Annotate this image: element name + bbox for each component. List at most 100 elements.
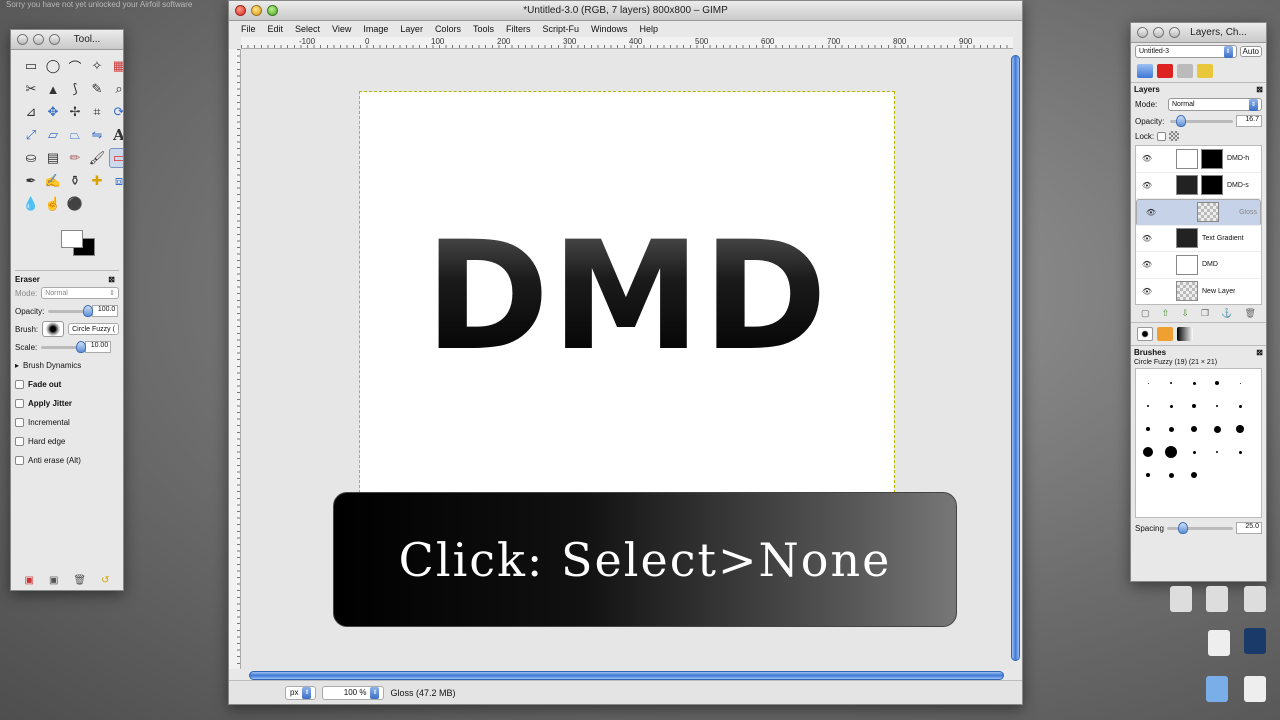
fuzzy-select-tool-icon[interactable]: ✧: [87, 56, 107, 76]
layer-row[interactable]: 👁 DMD-s: [1136, 173, 1261, 199]
layer-row[interactable]: 👁 DMD-h: [1136, 146, 1261, 173]
brush-preview[interactable]: [1192, 450, 1196, 454]
menu-windows[interactable]: Windows: [585, 24, 634, 34]
reset-options-icon[interactable]: ↺: [101, 575, 109, 586]
heal-tool-icon[interactable]: ✚: [87, 171, 107, 191]
minimize-icon[interactable]: [1153, 27, 1164, 38]
airbrush-tool-icon[interactable]: ✒: [21, 171, 41, 191]
foreground-select-tool-icon[interactable]: ▲: [43, 79, 63, 99]
slider-knob[interactable]: [76, 340, 87, 353]
raise-layer-icon[interactable]: ⇧: [1162, 308, 1170, 319]
move-tool-icon[interactable]: ✥: [43, 102, 63, 122]
brush-preview[interactable]: [1236, 425, 1244, 433]
brush-preview[interactable]: [1143, 447, 1153, 457]
pencil-tool-icon[interactable]: ✏: [65, 148, 85, 168]
brush-preview[interactable]: [1165, 446, 1177, 458]
color-select-tool-icon[interactable]: ▦: [109, 56, 123, 76]
layer-row[interactable]: 👁 DMD: [1136, 252, 1261, 279]
menu-filters[interactable]: Filters: [500, 24, 537, 34]
duplicate-layer-icon[interactable]: ❐: [1201, 308, 1209, 319]
option-checkbox-row[interactable]: Fade out: [15, 375, 119, 394]
free-select-tool-icon[interactable]: ⌒: [65, 56, 85, 76]
visibility-eye-icon[interactable]: 👁: [1140, 287, 1154, 296]
option-checkbox-row[interactable]: Apply Jitter: [15, 394, 119, 413]
brush-preview[interactable]: [1169, 404, 1173, 408]
slider-knob[interactable]: [1175, 114, 1186, 127]
zoom-select[interactable]: 100 % ⇕: [322, 685, 385, 700]
smudge-tool-icon[interactable]: ☝: [43, 194, 63, 214]
visibility-eye-icon[interactable]: 👁: [1140, 154, 1154, 163]
rect-select-tool-icon[interactable]: ▭: [21, 56, 41, 76]
brush-preview[interactable]: [1191, 472, 1197, 478]
brush-preview[interactable]: [1215, 381, 1219, 385]
brush-select[interactable]: Circle Fuzzy (: [68, 323, 119, 335]
brush-preview[interactable]: [1147, 405, 1149, 407]
zoom-icon[interactable]: [49, 34, 60, 45]
slider-knob[interactable]: [83, 304, 94, 317]
menu-view[interactable]: View: [326, 24, 357, 34]
option-checkbox-row[interactable]: Anti erase (Alt): [15, 451, 119, 470]
shear-tool-icon[interactable]: ▱: [43, 125, 63, 145]
horizontal-scrollbar[interactable]: [249, 671, 1004, 680]
foreground-color[interactable]: [61, 230, 83, 248]
layer-row[interactable]: 👁 Gloss: [1136, 199, 1261, 226]
option-checkbox-row[interactable]: Incremental: [15, 413, 119, 432]
checkbox[interactable]: [15, 437, 24, 446]
menu-tools[interactable]: Tools: [467, 24, 500, 34]
brush-preview[interactable]: [1216, 451, 1218, 453]
ink-tool-icon[interactable]: ✍: [43, 171, 63, 191]
perspective-tool-icon[interactable]: ⏢: [65, 125, 85, 145]
brush-preview[interactable]: [1216, 405, 1218, 407]
panel-menu-icon[interactable]: ⊠: [108, 275, 115, 284]
close-icon[interactable]: [235, 5, 246, 16]
brush-preview[interactable]: [1192, 404, 1196, 408]
tab-layers-icon[interactable]: [1137, 64, 1153, 78]
layer-thumbnail[interactable]: [1176, 148, 1198, 169]
zoom-icon[interactable]: [1169, 27, 1180, 38]
tab-paths-icon[interactable]: [1177, 64, 1193, 78]
tab-patterns-icon[interactable]: [1157, 327, 1173, 341]
save-options-icon[interactable]: ▣: [25, 575, 34, 586]
crop-tool-icon[interactable]: ⌗: [87, 102, 107, 122]
menu-layer[interactable]: Layer: [394, 24, 429, 34]
delete-options-icon[interactable]: 🗑: [73, 575, 86, 586]
checkbox[interactable]: [15, 418, 24, 427]
tab-channels-icon[interactable]: [1157, 64, 1173, 78]
eraser-tool-icon[interactable]: ▭: [109, 148, 123, 168]
desktop-folder-icon[interactable]: [1206, 676, 1228, 702]
desktop-file-icon[interactable]: [1208, 630, 1230, 656]
visibility-eye-icon[interactable]: 👁: [1140, 181, 1154, 190]
brush-preview[interactable]: [1146, 473, 1150, 477]
layer-row[interactable]: 👁 New Layer: [1136, 279, 1261, 305]
brush-preview[interactable]: [1146, 427, 1150, 431]
auto-button[interactable]: Auto: [1239, 46, 1262, 57]
color-picker-tool-icon[interactable]: ✎: [87, 79, 107, 99]
layer-mask-thumbnail[interactable]: [1201, 148, 1223, 169]
text-tool-icon[interactable]: A: [109, 125, 123, 145]
brush-preview[interactable]: [1238, 404, 1242, 408]
zoom-icon[interactable]: [267, 5, 278, 16]
visibility-eye-icon[interactable]: 👁: [1140, 234, 1154, 243]
perspective-clone-tool-icon[interactable]: ⧈: [109, 171, 123, 191]
clone-tool-icon[interactable]: ⚱: [65, 171, 85, 191]
spacing-slider[interactable]: [1166, 521, 1233, 534]
close-icon[interactable]: [17, 34, 28, 45]
dodge-burn-tool-icon[interactable]: ⚫: [65, 194, 85, 214]
brush-preview[interactable]: [1170, 382, 1172, 384]
image-titlebar[interactable]: *Untitled-3.0 (RGB, 7 layers) 800x800 – …: [229, 1, 1022, 21]
bucket-fill-tool-icon[interactable]: ⛀: [21, 148, 41, 168]
menu-file[interactable]: File: [235, 24, 262, 34]
desktop-file-icon[interactable]: [1170, 586, 1192, 612]
close-icon[interactable]: [1137, 27, 1148, 38]
menu-scriptfu[interactable]: Script-Fu: [536, 24, 585, 34]
flip-tool-icon[interactable]: ⇋: [87, 125, 107, 145]
layer-mode-select[interactable]: Normal ⇕: [1168, 98, 1262, 111]
paintbrush-tool-icon[interactable]: 🖌: [87, 148, 107, 168]
brush-preview[interactable]: [1213, 425, 1221, 433]
tab-brushes-icon[interactable]: [1137, 327, 1153, 341]
brush-grid[interactable]: [1135, 368, 1262, 518]
layer-thumbnail[interactable]: [1176, 228, 1198, 249]
align-tool-icon[interactable]: ✢: [65, 102, 85, 122]
horizontal-ruler[interactable]: -100 0 100 200 300 400 500 600 700 800 900: [241, 37, 1013, 49]
mode-select[interactable]: Normal ⇕: [41, 287, 119, 299]
